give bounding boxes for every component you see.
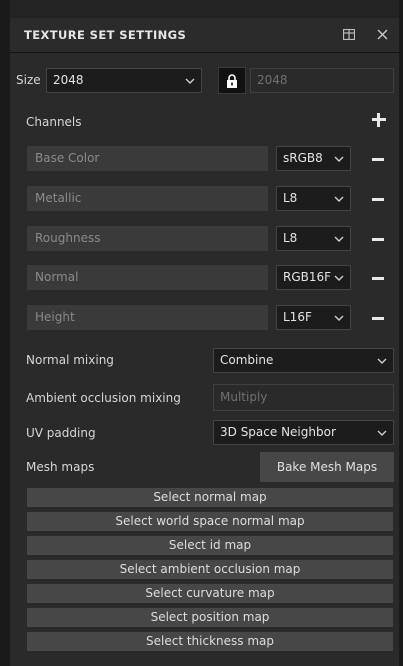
mesh-maps-label: Mesh maps xyxy=(26,460,95,474)
channel-name-base-color: Base Color xyxy=(27,146,268,171)
channels-label: Channels xyxy=(26,115,82,129)
size-select[interactable]: 2048 xyxy=(46,68,202,93)
size-linked-value: 2048 xyxy=(257,73,288,87)
normal-mixing-value: Combine xyxy=(220,353,274,367)
remove-channel-icon[interactable] xyxy=(372,158,384,161)
chevron-down-icon xyxy=(334,196,344,202)
close-icon[interactable] xyxy=(374,26,390,42)
select-normal-map-button[interactable]: Select normal map xyxy=(27,488,393,507)
channel-name-metallic: Metallic xyxy=(27,186,268,211)
lock-size-button[interactable] xyxy=(218,67,246,94)
channel-name-height: Height xyxy=(27,305,268,330)
normal-mixing-label: Normal mixing xyxy=(26,353,114,367)
lock-icon xyxy=(227,73,237,88)
channel-format-value: L8 xyxy=(283,231,298,245)
remove-channel-icon[interactable] xyxy=(372,198,384,201)
select-thickness-map-button[interactable]: Select thickness map xyxy=(27,632,393,651)
window-toggle-icon[interactable] xyxy=(341,26,357,42)
size-linked-field: 2048 xyxy=(250,68,394,93)
panel-title: TEXTURE SET SETTINGS xyxy=(24,28,187,42)
channel-name-roughness: Roughness xyxy=(27,226,268,251)
chevron-down-icon xyxy=(334,156,344,162)
chevron-down-icon xyxy=(334,236,344,242)
normal-mixing-select[interactable]: Combine xyxy=(213,348,394,373)
uv-padding-select[interactable]: 3D Space Neighbor xyxy=(213,420,394,445)
texture-set-settings-panel: TEXTURE SET SETTINGS Size 2048 2048 Chan… xyxy=(0,0,403,666)
remove-channel-icon[interactable] xyxy=(372,317,384,320)
bake-mesh-maps-button[interactable]: Bake Mesh Maps xyxy=(260,452,394,482)
channel-format-value: L8 xyxy=(283,191,298,205)
size-label: Size xyxy=(16,73,41,87)
chevron-down-icon xyxy=(185,78,195,84)
channel-name-normal: Normal xyxy=(27,265,268,290)
chevron-down-icon xyxy=(334,315,344,321)
chevron-down-icon xyxy=(377,430,387,436)
channel-format-value: RGB16F xyxy=(283,270,332,284)
select-id-map-button[interactable]: Select id map xyxy=(27,536,393,555)
chevron-down-icon xyxy=(377,358,387,364)
panel-titlebar: TEXTURE SET SETTINGS xyxy=(10,18,399,53)
add-channel-icon[interactable] xyxy=(372,113,386,127)
uv-padding-value: 3D Space Neighbor xyxy=(220,425,336,439)
panel-content: Size 2048 2048 Channels Base Color sRGB8 xyxy=(10,53,399,666)
select-curvature-map-button[interactable]: Select curvature map xyxy=(27,584,393,603)
select-world-space-normal-map-button[interactable]: Select world space normal map xyxy=(27,512,393,531)
channel-format-value: L16F xyxy=(283,310,312,324)
remove-channel-icon[interactable] xyxy=(372,238,384,241)
select-ambient-occlusion-map-button[interactable]: Select ambient occlusion map xyxy=(27,560,393,579)
size-select-value: 2048 xyxy=(53,73,84,87)
panel-frame-left xyxy=(0,0,10,666)
channel-format-select-normal[interactable]: RGB16F xyxy=(276,265,351,290)
ao-mixing-field: Multiply xyxy=(213,384,394,411)
remove-channel-icon[interactable] xyxy=(372,277,384,280)
channel-format-select-height[interactable]: L16F xyxy=(276,305,351,330)
channel-format-select-base-color[interactable]: sRGB8 xyxy=(276,146,351,171)
ao-mixing-value: Multiply xyxy=(220,390,268,404)
select-position-map-button[interactable]: Select position map xyxy=(27,608,393,627)
channel-format-select-metallic[interactable]: L8 xyxy=(276,186,351,211)
chevron-down-icon xyxy=(334,275,344,281)
panel-frame-right xyxy=(399,0,403,666)
uv-padding-label: UV padding xyxy=(26,426,96,440)
ao-mixing-label: Ambient occlusion mixing xyxy=(26,391,181,405)
channel-format-select-roughness[interactable]: L8 xyxy=(276,226,351,251)
channel-format-value: sRGB8 xyxy=(283,151,323,165)
